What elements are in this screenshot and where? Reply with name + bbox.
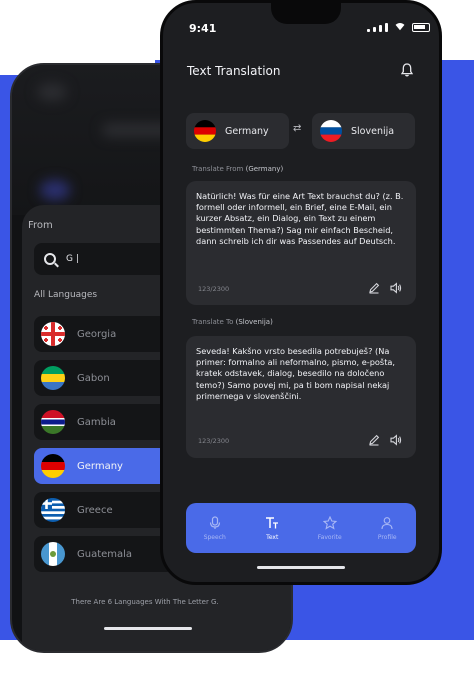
signal-icon <box>367 29 370 32</box>
slovenia-flag-icon <box>320 120 342 142</box>
page-title: Text Translation <box>187 64 281 78</box>
gambia-flag-icon <box>41 410 65 434</box>
language-item-greece[interactable]: Greece <box>34 492 174 528</box>
from-label: From <box>28 220 53 231</box>
blurred-shape <box>37 83 67 101</box>
germany-flag-icon <box>194 120 216 142</box>
nav-favorite[interactable]: Favorite <box>305 515 355 541</box>
language-item-gabon[interactable]: Gabon <box>34 360 174 396</box>
swap-languages-icon[interactable]: ⇄ <box>293 123 301 134</box>
star-icon <box>322 515 337 530</box>
language-item-georgia[interactable]: Georgia <box>34 316 174 352</box>
greece-flag-icon <box>41 498 65 522</box>
source-language-label: Germany <box>225 125 269 137</box>
language-count-text: There Are 6 Languages With The Letter G. <box>71 598 219 606</box>
language-name: Georgia <box>77 328 117 340</box>
language-item-guatemala[interactable]: Guatemala <box>34 536 174 572</box>
speaker-icon[interactable] <box>390 282 402 294</box>
source-language-button[interactable]: Germany <box>186 113 289 149</box>
nav-text[interactable]: Text <box>247 516 297 541</box>
nav-favorite-label: Favorite <box>317 533 342 541</box>
search-input[interactable] <box>66 254 166 264</box>
search-icon <box>44 253 56 265</box>
language-item-gambia[interactable]: Gambia <box>34 404 174 440</box>
gabon-flag-icon <box>41 366 65 390</box>
translate-from-label: Translate From (Germany) <box>192 165 283 173</box>
user-icon <box>381 516 393 529</box>
battery-icon <box>412 23 430 32</box>
nav-profile-label: Profile <box>377 533 397 541</box>
text-icon <box>266 516 279 528</box>
target-language-label: Slovenija <box>351 125 395 137</box>
language-name: Gabon <box>77 372 110 384</box>
translate-to-prefix: Translate To <box>192 318 234 326</box>
germany-flag-icon <box>41 454 65 478</box>
all-languages-label: All Languages <box>34 290 98 300</box>
nav-text-label: Text <box>266 533 279 541</box>
mic-icon <box>209 515 220 529</box>
language-item-germany[interactable]: Germany <box>34 448 174 484</box>
status-time: 9:41 <box>189 22 217 35</box>
front-phone: 9:41 Text Translation Germany ⇄ Slovenij… <box>160 0 442 585</box>
notch <box>271 3 341 24</box>
translate-to-label: Translate To (Slovenija) <box>192 318 273 326</box>
bell-icon[interactable] <box>401 63 413 77</box>
translate-to-language: (Slovenija) <box>235 318 273 326</box>
target-language-button[interactable]: Slovenija <box>312 113 415 149</box>
edit-icon[interactable] <box>368 434 380 446</box>
language-name: Germany <box>77 460 123 472</box>
language-name: Greece <box>77 504 113 516</box>
home-indicator[interactable] <box>104 627 192 630</box>
signal-icon <box>373 27 376 32</box>
blurred-shape <box>40 180 70 200</box>
signal-icon <box>379 25 382 32</box>
translate-from-prefix: Translate From <box>192 165 244 173</box>
edit-icon[interactable] <box>368 282 380 294</box>
source-text-card[interactable]: Natürlich! Was für eine Art Text brauchs… <box>186 181 416 305</box>
speaker-icon[interactable] <box>390 434 402 446</box>
language-name: Gambia <box>77 416 116 428</box>
language-name: Guatemala <box>77 548 133 560</box>
georgia-flag-icon <box>41 322 65 346</box>
translated-text[interactable]: Seveda! Kakšno vrsto besedila potrebuješ… <box>196 346 408 402</box>
character-count: 123/2300 <box>198 285 230 293</box>
character-count: 123/2300 <box>198 437 230 445</box>
nav-speech[interactable]: Speech <box>190 515 240 541</box>
translated-text-card[interactable]: Seveda! Kakšno vrsto besedila potrebuješ… <box>186 336 416 458</box>
translate-from-language: (Germany) <box>245 165 284 173</box>
source-text[interactable]: Natürlich! Was für eine Art Text brauchs… <box>196 191 408 247</box>
nav-speech-label: Speech <box>203 533 226 541</box>
home-indicator[interactable] <box>257 566 345 569</box>
nav-profile[interactable]: Profile <box>362 516 412 541</box>
status-icons <box>367 23 430 32</box>
search-input-box[interactable] <box>34 243 174 275</box>
bottom-nav: Speech Text Favorite Profile <box>186 503 416 553</box>
wifi-icon <box>394 23 406 32</box>
stage: From All Languages Georgia Gabon Gambia … <box>0 0 474 690</box>
guatemala-flag-icon <box>41 542 65 566</box>
signal-icon <box>385 23 388 32</box>
